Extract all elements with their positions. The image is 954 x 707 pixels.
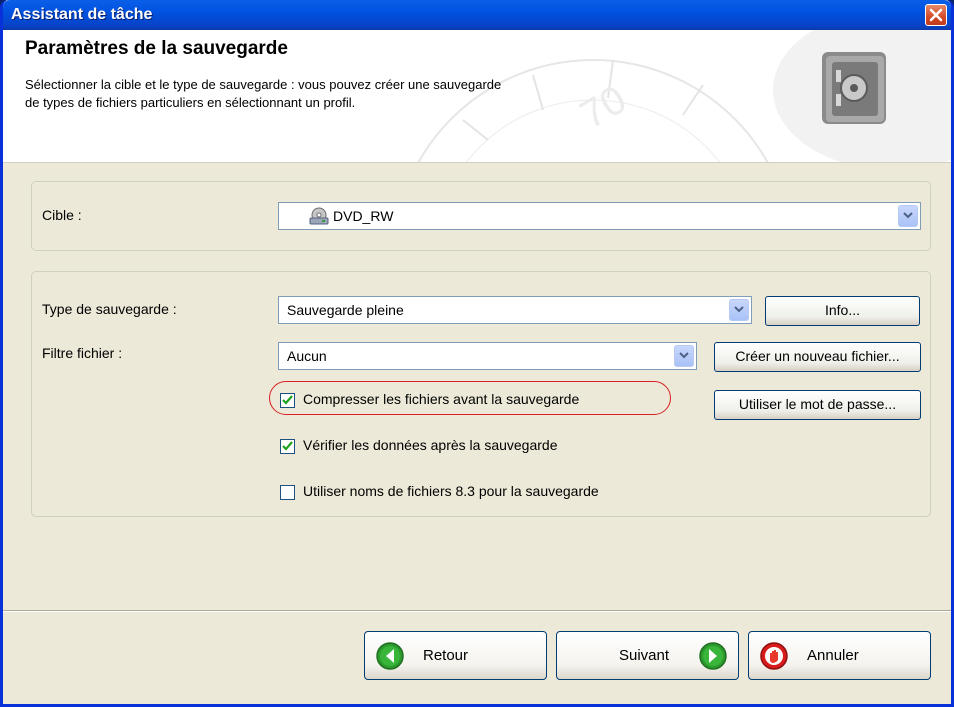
footer-divider bbox=[3, 610, 951, 612]
file-filter-dropdown-arrow[interactable] bbox=[674, 345, 694, 367]
file-filter-value: Aucun bbox=[287, 348, 327, 364]
verify-label: Vérifier les données après la sauvegarde bbox=[303, 437, 558, 453]
backup-type-label: Type de sauvegarde : bbox=[42, 301, 177, 317]
target-dropdown[interactable]: DVD_RW bbox=[278, 202, 921, 230]
wizard-header: 70 Paramètres de la sauvegarde Sélection… bbox=[3, 30, 951, 163]
target-value: DVD_RW bbox=[333, 208, 394, 224]
highlight-annotation bbox=[269, 381, 671, 415]
file-filter-label: Filtre fichier : bbox=[42, 345, 123, 361]
file-filter-dropdown[interactable]: Aucun bbox=[278, 342, 697, 370]
backup-type-dropdown-arrow[interactable] bbox=[729, 299, 749, 321]
chevron-down-icon bbox=[679, 352, 689, 359]
use-password-button[interactable]: Utiliser le mot de passe... bbox=[714, 390, 921, 420]
cd-drive-icon bbox=[309, 207, 329, 225]
chevron-down-icon bbox=[734, 306, 744, 313]
short-filenames-label: Utiliser noms de fichiers 8.3 pour la sa… bbox=[303, 483, 599, 499]
checkmark-icon bbox=[282, 441, 293, 451]
stop-hand-icon bbox=[760, 642, 788, 670]
window-title: Assistant de tâche bbox=[11, 6, 153, 23]
back-label: Retour bbox=[423, 647, 469, 664]
verify-option[interactable]: Vérifier les données après la sauvegarde bbox=[280, 437, 680, 459]
cancel-button[interactable]: Annuler bbox=[748, 631, 931, 680]
task-wizard-window: Assistant de tâche 70 Paramètres de la s… bbox=[0, 0, 954, 707]
page-description: Sélectionner la cible et le type de sauv… bbox=[25, 77, 502, 110]
backup-type-dropdown[interactable]: Sauvegarde pleine bbox=[278, 296, 752, 324]
create-new-file-button[interactable]: Créer un nouveau fichier... bbox=[714, 342, 921, 372]
short-filenames-checkbox[interactable] bbox=[280, 485, 295, 500]
next-arrow-icon bbox=[699, 642, 727, 670]
chevron-down-icon bbox=[903, 212, 913, 219]
title-bar[interactable]: Assistant de tâche bbox=[3, 0, 951, 30]
close-button[interactable] bbox=[925, 4, 947, 26]
next-label: Suivant bbox=[619, 647, 670, 664]
next-button[interactable]: Suivant bbox=[556, 631, 739, 680]
page-title: Paramètres de la sauvegarde bbox=[25, 38, 288, 59]
info-button[interactable]: Info... bbox=[765, 296, 920, 326]
back-button[interactable]: Retour bbox=[364, 631, 547, 680]
back-arrow-icon bbox=[376, 642, 404, 670]
safe-icon bbox=[822, 52, 886, 124]
target-group: Cible : DVD_RW bbox=[31, 181, 931, 251]
backup-type-value: Sauvegarde pleine bbox=[287, 302, 404, 318]
close-icon bbox=[929, 8, 943, 22]
short-filenames-option[interactable]: Utiliser noms de fichiers 8.3 pour la sa… bbox=[280, 483, 720, 505]
cancel-label: Annuler bbox=[807, 647, 859, 664]
target-label: Cible : bbox=[42, 207, 82, 223]
verify-checkbox[interactable] bbox=[280, 439, 295, 454]
target-dropdown-arrow[interactable] bbox=[898, 205, 918, 227]
